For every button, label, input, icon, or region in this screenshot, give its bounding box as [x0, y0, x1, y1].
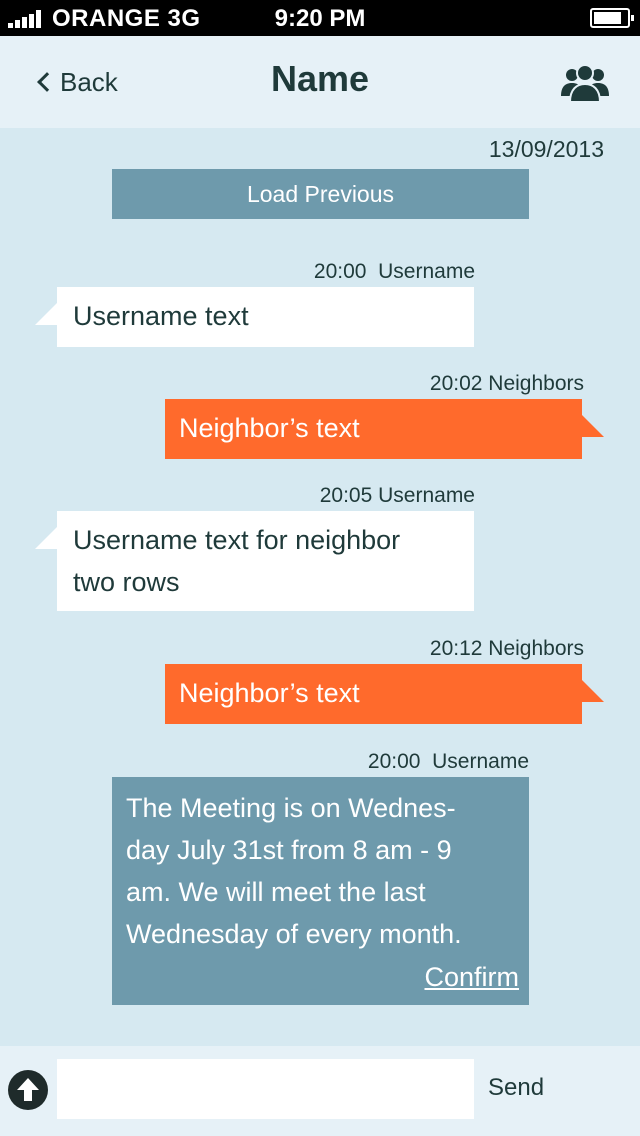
status-time: 9:20 PM: [274, 5, 366, 32]
notice-line: am. We will meet the last: [126, 877, 426, 907]
notice-meta: 20:00 Username: [367, 750, 529, 773]
chat-date: 13/09/2013: [488, 136, 604, 162]
notice-text: The Meeting is on Wednes- day July 31st …: [126, 787, 516, 955]
message-composer: Send: [0, 1046, 640, 1136]
incoming-message[interactable]: Username text for neighbor two rows: [35, 511, 474, 611]
message-meta: 20:00 Username: [313, 260, 475, 283]
message-text: Neighbor’s text: [179, 413, 360, 443]
message-text: Username text: [73, 301, 249, 331]
group-icon[interactable]: [560, 62, 610, 104]
outgoing-message[interactable]: Neighbor’s text: [165, 664, 604, 724]
chat-area[interactable]: 13/09/2013 Load Previous 20:00 Username …: [0, 128, 640, 1046]
message-text-line: Username text for neighbor: [73, 525, 401, 555]
message-meta: 20:12 Neighbors: [429, 637, 584, 660]
meeting-notice: The Meeting is on Wednes- day July 31st …: [112, 777, 529, 1005]
page-title: Name: [270, 58, 370, 99]
confirm-link[interactable]: Confirm: [424, 962, 519, 993]
notice-line: day July 31st from 8 am - 9: [126, 835, 452, 865]
message-meta: 20:05 Username: [319, 484, 475, 507]
notice-line: The Meeting is on Wednes-: [126, 793, 456, 823]
send-button[interactable]: Send: [488, 1074, 544, 1102]
battery-icon: [590, 8, 634, 28]
message-meta: 20:02 Neighbors: [429, 372, 584, 395]
message-input[interactable]: [57, 1059, 474, 1119]
battery-level: [594, 12, 621, 24]
upload-arrow-icon[interactable]: [8, 1070, 48, 1110]
message-text: Neighbor’s text: [179, 678, 360, 708]
nav-bar: Back Name: [0, 36, 640, 128]
message-text-line: two rows: [73, 567, 180, 597]
notice-line: Wednesday of every month.: [126, 919, 462, 949]
outgoing-message[interactable]: Neighbor’s text: [165, 399, 604, 459]
status-bar: ORANGE 3G 9:20 PM: [0, 0, 640, 36]
load-previous-button[interactable]: Load Previous: [112, 169, 529, 219]
incoming-message[interactable]: Username text: [35, 287, 474, 347]
